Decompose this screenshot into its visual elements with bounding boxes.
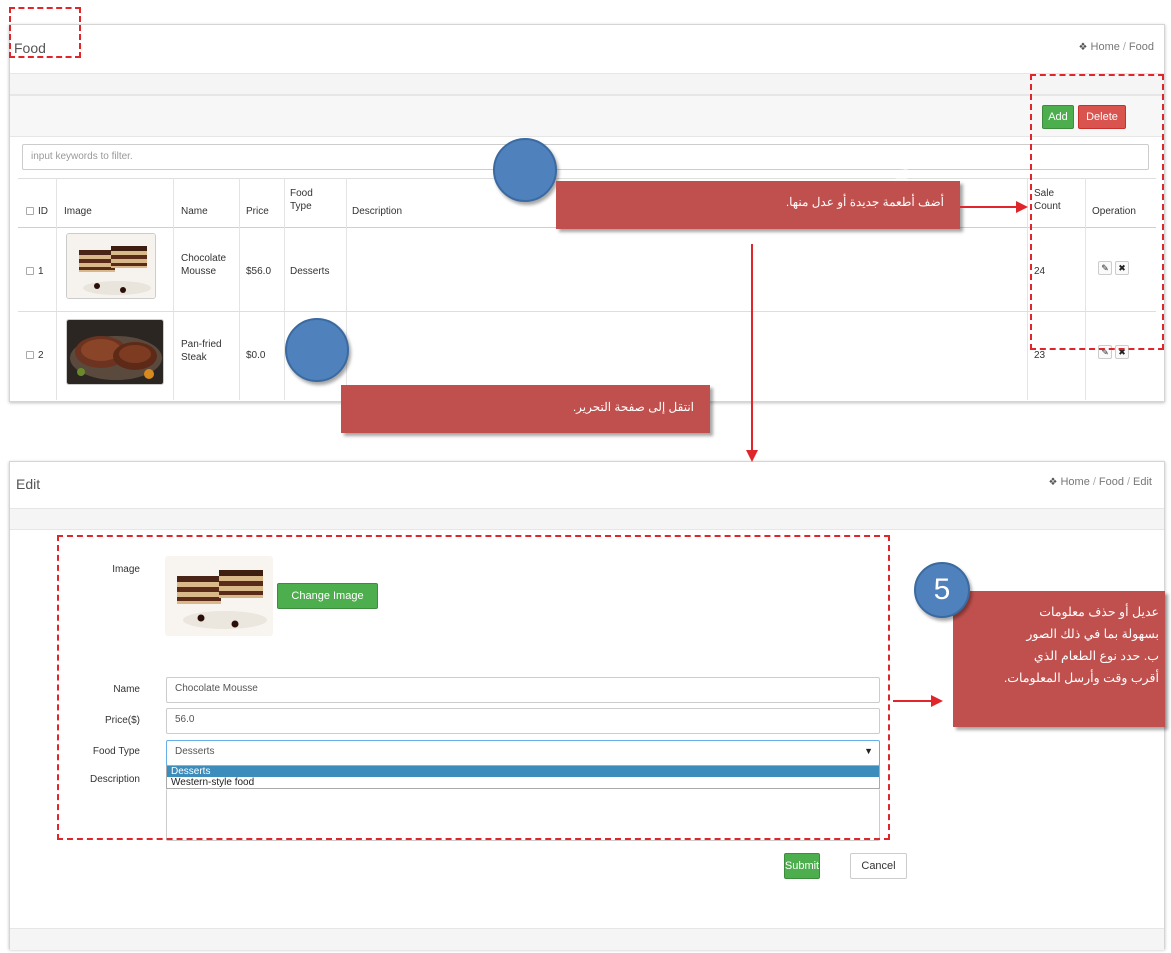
submit-button[interactable]: Submit [784,853,820,879]
select-all-checkbox[interactable]: ID [26,205,48,218]
checkbox[interactable] [26,351,34,359]
col-divider [56,178,57,400]
callout-edit-line-3: ب. حدد نوع الطعام الذي [1033,649,1159,663]
callout-edit-info: عديل أو حذف معلومات بسهولة بما في ذلك ال… [953,591,1165,727]
step-circle-5: 5 [914,562,970,618]
cell-name-line1: Chocolate [181,253,227,264]
pan-fried-steak-image [67,320,163,384]
col-food-type: Food Type [290,187,313,213]
title-highlight [9,7,81,58]
page-title: Edit [16,476,41,492]
col-id: ID [38,206,48,217]
cell-name-line2: Steak [181,352,207,363]
cell-food-type: Desserts [290,266,330,277]
breadcrumb-separator: / [1126,476,1131,488]
cell-name: Pan-fried Steak [181,338,222,364]
actions-highlight [1030,74,1164,350]
food-thumbnail [66,319,164,385]
checkbox[interactable] [26,267,34,275]
arrow-shaft [960,206,1018,208]
callout-edit-line-1: عديل أو حذف معلومات [1039,605,1159,619]
breadcrumb-food[interactable]: Food [1099,476,1124,488]
cell-price: $0.0 [246,350,266,361]
breadcrumb-separator: / [1092,476,1096,488]
breadcrumb-separator: / [1122,41,1126,53]
food-thumbnail [66,233,156,299]
action-band [10,95,1164,137]
arrow-right-icon [1016,201,1028,213]
step-circle [493,138,557,202]
breadcrumb: ❖ Home / Food [1079,41,1154,53]
cell-name: Chocolate Mousse [181,252,226,278]
home-icon: ❖ [1048,477,1058,488]
callout-edit-line-2: بسهولة بما في ذلك الصور [1026,627,1159,641]
cell-sale-count: 23 [1034,350,1046,361]
callout-add-edit: أضف أطعمة جديدة أو عدل منها. [556,181,960,229]
arrow-shaft [751,244,753,452]
col-name: Name [181,206,208,217]
form-highlight [57,535,890,840]
table-top-border [18,178,1156,179]
callout-go-edit-text: انتقل إلى صفحة التحرير. [572,400,694,414]
callout-edit-line-4: أقرب وقت وأرسل المعلومات. [1003,671,1159,685]
breadcrumb: ❖ Home / Food / Edit [1049,476,1152,488]
col-divider [284,178,285,400]
chocolate-mousse-image [67,234,155,298]
cell-price: $56.0 [246,266,272,277]
breadcrumb-food: Food [1128,41,1154,53]
col-divider [173,178,174,400]
col-divider [239,178,240,400]
filter-input[interactable]: input keywords to filter. [22,144,1149,170]
callout-go-edit: انتقل إلى صفحة التحرير. [341,385,710,433]
col-description: Description [352,206,403,217]
cell-name-line1: Pan-fried [181,339,222,350]
callout-add-edit-text: أضف أطعمة جديدة أو عدل منها. [785,195,944,209]
col-food-type-line1: Food [290,188,313,199]
footer-band [10,928,1164,950]
col-image: Image [64,206,92,217]
row-divider [18,311,1156,312]
table-row[interactable]: 2 [26,349,44,362]
checkbox[interactable] [26,207,34,215]
cell-name-line2: Mousse [181,266,217,277]
breadcrumb-edit: Edit [1133,476,1152,488]
col-divider [346,178,347,400]
col-food-type-line2: Type [290,201,312,212]
arrow-down-icon [746,450,758,462]
step-number-5: 5 [933,573,951,606]
col-price: Price [246,206,269,217]
cell-id: 1 [38,266,44,277]
breadcrumb-home[interactable]: Home [1060,476,1089,488]
arrow-right-icon [931,695,943,707]
step-circle [285,318,349,382]
toolbar-band [10,73,1164,95]
ghost-step-4: 4 [647,333,668,374]
toolbar-band [10,508,1164,530]
cancel-button[interactable]: Cancel [850,853,907,879]
table-row[interactable]: 1 [26,265,44,278]
home-icon: ❖ [1078,42,1088,53]
arrow-shaft [893,700,933,702]
cell-id: 2 [38,350,44,361]
breadcrumb-home[interactable]: Home [1091,41,1120,53]
